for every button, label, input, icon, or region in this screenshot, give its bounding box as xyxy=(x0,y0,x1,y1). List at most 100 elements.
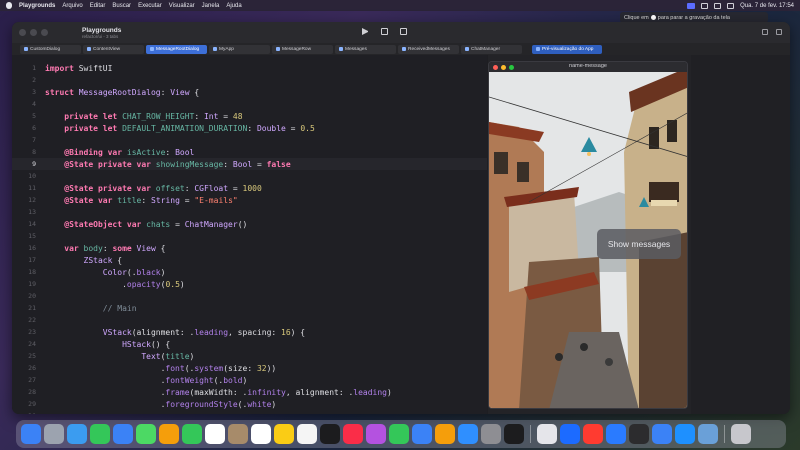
code-line: 19 .opacity(0.5) xyxy=(12,278,487,290)
minimize-window-icon[interactable] xyxy=(30,29,37,36)
launchpad-icon[interactable] xyxy=(44,424,64,444)
project-info[interactable]: Playgrounds refactor/ui - 3 tabs xyxy=(82,27,121,39)
calendar-icon[interactable] xyxy=(205,424,225,444)
reminders-icon[interactable] xyxy=(251,424,271,444)
screenshot-icon[interactable] xyxy=(537,424,557,444)
freeform-icon[interactable] xyxy=(297,424,317,444)
line-number: 30 xyxy=(12,412,36,414)
tab-myapp[interactable]: MyApp xyxy=(209,44,270,54)
podcasts-icon[interactable] xyxy=(366,424,386,444)
numbers-icon[interactable] xyxy=(389,424,409,444)
trash-icon[interactable] xyxy=(731,424,751,444)
menu-ajuda[interactable]: Ajuda xyxy=(226,3,241,9)
tab-messagerow[interactable]: MessageRow xyxy=(272,44,333,54)
code-line-current: 9 @State private var showingMessage: Boo… xyxy=(12,158,487,170)
finder-icon[interactable] xyxy=(21,424,41,444)
screen-recording-icon[interactable] xyxy=(687,2,696,9)
menu-editar[interactable]: Editar xyxy=(90,3,106,9)
tab-receivedmessages[interactable]: ReceivedMessages xyxy=(398,44,459,54)
menu-visualizar[interactable]: Visualizar xyxy=(169,3,195,9)
code-text: @Binding var isActive: Bool xyxy=(64,147,195,157)
wifi-icon[interactable] xyxy=(714,2,722,9)
tab-messagerootdialog[interactable]: MessageRootDialog xyxy=(146,44,207,54)
tv-icon[interactable] xyxy=(320,424,340,444)
contacts-icon[interactable] xyxy=(228,424,248,444)
messages-icon[interactable] xyxy=(90,424,110,444)
code-line: 6 private let DEFAULT_ANIMATION_DURATION… xyxy=(12,122,487,134)
zoom-window-icon[interactable] xyxy=(41,29,48,36)
code-line: 17 ZStack { xyxy=(12,254,487,266)
line-number: 15 xyxy=(28,232,36,240)
library-icon[interactable] xyxy=(400,28,407,35)
code-line: 11 @State private var offset: CGFloat = … xyxy=(12,182,487,194)
code-text: private let CHAT_ROW_HEIGHT: Int = 48 xyxy=(64,111,243,121)
close-window-icon[interactable] xyxy=(19,29,26,36)
swift-file-icon xyxy=(87,47,91,51)
line-number: 21 xyxy=(28,304,36,312)
preview-side-area xyxy=(691,55,790,414)
tab-app-preview[interactable]: Pré-visualização do App xyxy=(532,44,602,54)
code-text: .font(.system(size: 32)) xyxy=(45,363,277,373)
activity-icon[interactable] xyxy=(652,424,672,444)
control-center-icon[interactable] xyxy=(727,2,735,9)
preview-icon[interactable] xyxy=(698,424,718,444)
menu-executar[interactable]: Executar xyxy=(138,3,162,9)
music-icon[interactable] xyxy=(343,424,363,444)
testflight-icon[interactable] xyxy=(560,424,580,444)
code-line: 8 @Binding var isActive: Bool xyxy=(12,146,487,158)
maps-icon[interactable] xyxy=(136,424,156,444)
playgrounds-icon[interactable] xyxy=(583,424,603,444)
sidebar-toggle-icon[interactable] xyxy=(776,29,782,35)
stop-recording-icon xyxy=(650,15,656,20)
facetime-icon[interactable] xyxy=(182,424,202,444)
line-number: 20 xyxy=(28,292,36,300)
code-line: 28 .frame(maxWidth: .infinity, alignment… xyxy=(12,386,487,398)
tab-contentview[interactable]: ContentView xyxy=(83,44,144,54)
code-line: 21 // Main xyxy=(12,302,487,314)
code-text: @State private var offset: CGFloat = 100… xyxy=(64,183,262,193)
app-store-icon[interactable] xyxy=(458,424,478,444)
tab-customdialog[interactable]: CustomDialog xyxy=(20,44,81,54)
menu-clock[interactable]: Qua. 7 de fev. 17:54 xyxy=(740,3,794,9)
notes-icon[interactable] xyxy=(274,424,294,444)
show-messages-button[interactable]: Show messages xyxy=(597,229,681,259)
status-icon[interactable] xyxy=(701,2,709,9)
code-text: VStack(alignment: .leading, spacing: 16)… xyxy=(102,327,306,337)
code-line: 12 @State var title: String = "E-mails" xyxy=(12,194,487,206)
keynote-icon[interactable] xyxy=(412,424,432,444)
run-icon[interactable] xyxy=(362,28,369,35)
swift-file-icon xyxy=(213,47,217,51)
stop-icon[interactable] xyxy=(381,28,388,35)
code-line: 24 HStack() { xyxy=(12,338,487,350)
line-number: 7 xyxy=(32,136,36,144)
photos-icon[interactable] xyxy=(159,424,179,444)
line-number: 8 xyxy=(32,148,36,156)
tab-chatmanager[interactable]: ChatManager xyxy=(461,44,522,54)
tab-messages[interactable]: Messages xyxy=(335,44,396,54)
swift-file-icon xyxy=(465,47,469,51)
pages-icon[interactable] xyxy=(435,424,455,444)
finder-alt-icon[interactable] xyxy=(675,424,695,444)
code-editor[interactable]: 1 import SwiftUI 2 3 struct MessageRootDia… xyxy=(12,55,487,414)
menu-app-name[interactable]: Playgrounds xyxy=(19,3,55,9)
menu-buscar[interactable]: Buscar xyxy=(112,3,131,9)
safari-icon[interactable] xyxy=(67,424,87,444)
xcode-icon[interactable] xyxy=(606,424,626,444)
terminal-icon[interactable] xyxy=(629,424,649,444)
apple-icon[interactable] xyxy=(6,2,12,9)
menu-arquivo[interactable]: Arquivo xyxy=(62,3,82,9)
line-number: 29 xyxy=(28,400,36,408)
add-icon[interactable] xyxy=(762,29,768,35)
dock-separator xyxy=(724,425,725,443)
settings-icon[interactable] xyxy=(481,424,501,444)
code-line: 26 .font(.system(size: 32)) xyxy=(12,362,487,374)
code-text: Color(.black) xyxy=(102,267,166,277)
line-number: 3 xyxy=(32,88,36,96)
code-text: ZStack { xyxy=(83,255,123,265)
mail-icon[interactable] xyxy=(113,424,133,444)
menu-janela[interactable]: Janela xyxy=(202,3,220,9)
iphone-mirroring-icon[interactable] xyxy=(504,424,524,444)
code-line: 10 xyxy=(12,170,487,182)
run-controls xyxy=(362,28,407,35)
swift-file-icon xyxy=(339,47,343,51)
